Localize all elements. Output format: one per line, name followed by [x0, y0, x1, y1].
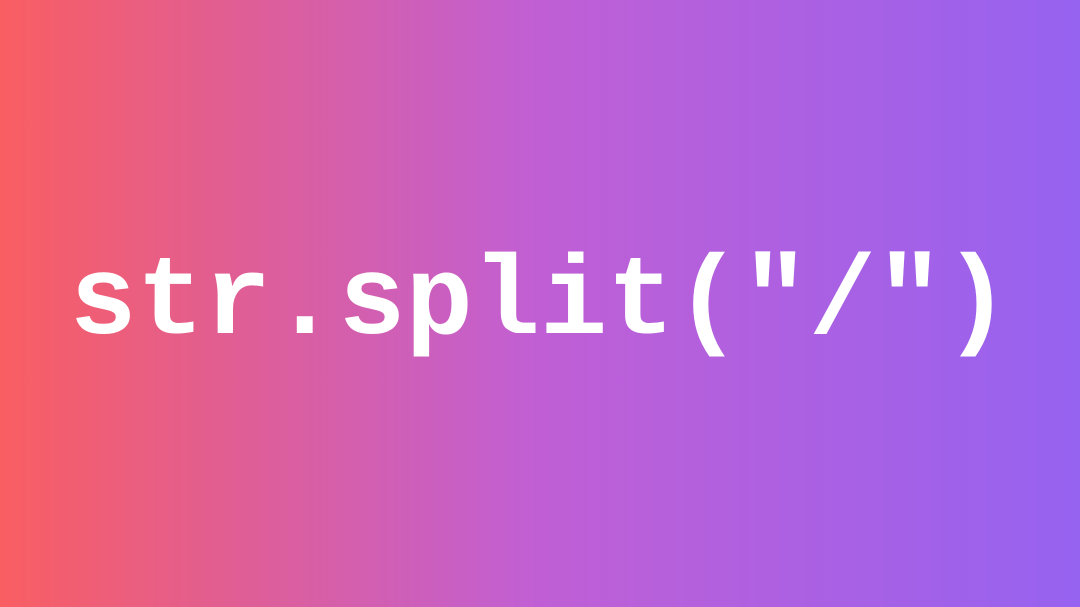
code-snippet-text: str.split("/") — [70, 240, 1011, 367]
